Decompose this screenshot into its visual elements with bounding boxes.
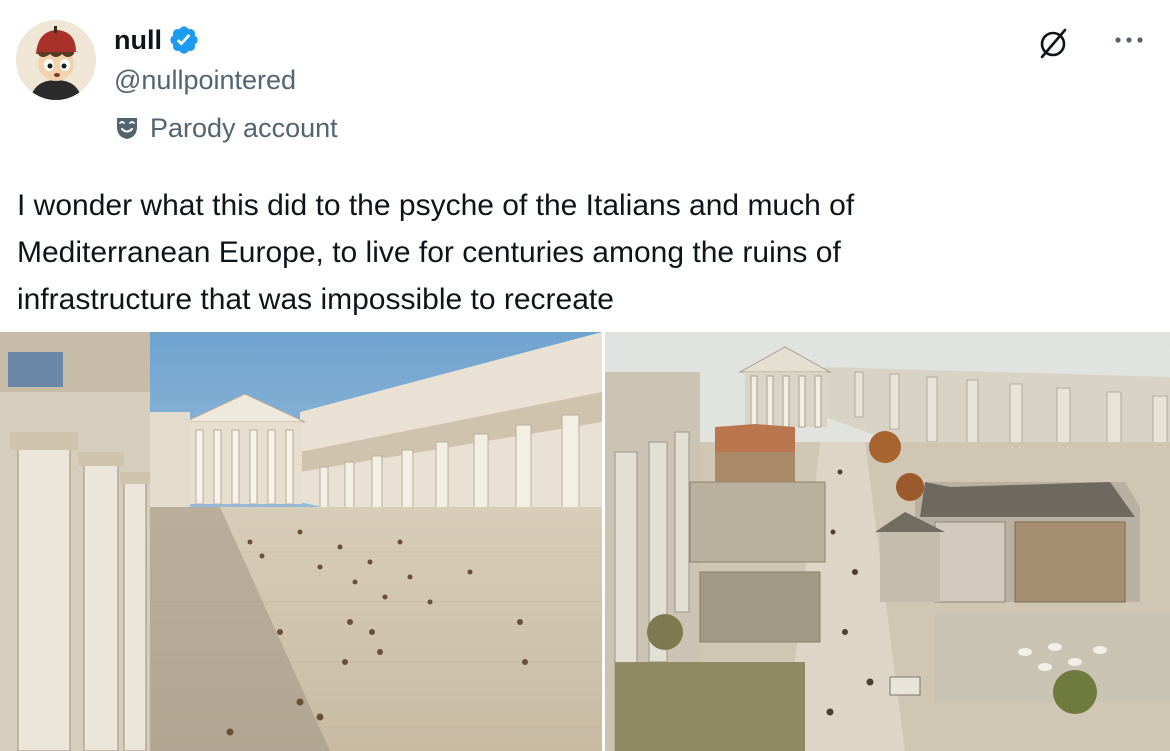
author-name-row: null (114, 24, 200, 56)
parody-account-text: Parody account (150, 113, 338, 143)
verified-badge-icon[interactable] (168, 24, 200, 56)
media-image-forum[interactable] (0, 332, 602, 751)
media-grid (0, 332, 1170, 751)
slashed-circle-icon[interactable] (1034, 24, 1072, 62)
cartoon-boy-avatar-icon (16, 20, 96, 100)
parody-account-label: Parody account (114, 111, 338, 145)
more-horizontal-icon[interactable] (1110, 28, 1150, 52)
post-text: I wonder what this did to the psyche of … (17, 189, 855, 316)
avatar[interactable] (16, 20, 96, 100)
theater-mask-icon (117, 118, 137, 139)
author-handle[interactable]: @nullpointered (114, 63, 296, 97)
author-display-name[interactable]: null (114, 24, 162, 56)
media-image-settlement[interactable] (605, 332, 1170, 751)
forum-illustration (0, 332, 602, 751)
settlement-illustration (605, 332, 1170, 751)
